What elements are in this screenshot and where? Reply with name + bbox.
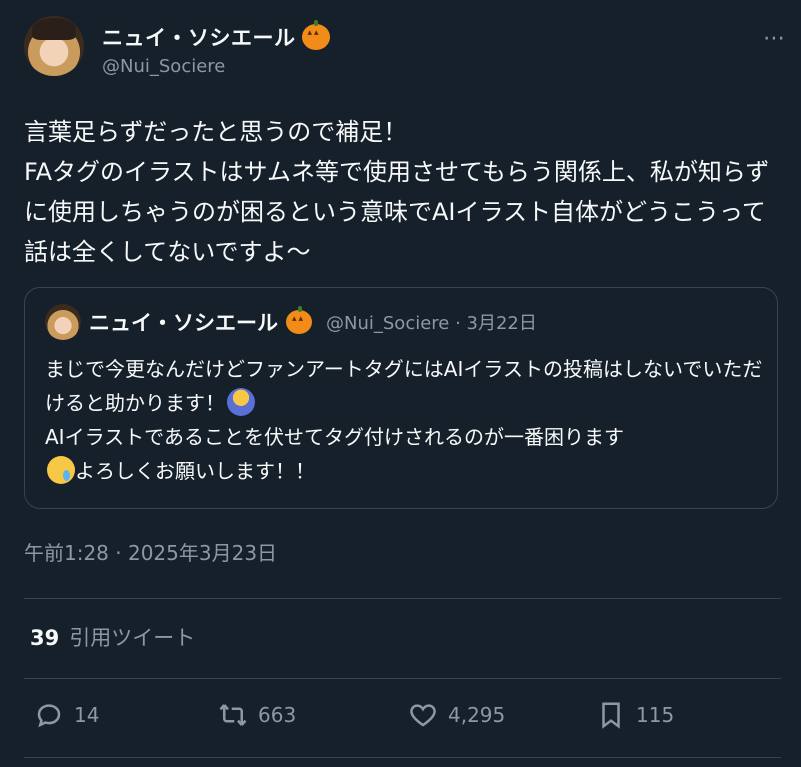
retweet-count: 663 <box>258 703 297 727</box>
quoted-tweet-header: ニュイ・ソシエール @Nui_Sociere · 3月22日 <box>45 304 537 340</box>
like-count: 4,295 <box>448 703 506 727</box>
more-options-icon[interactable]: ⋯ <box>763 26 785 51</box>
divider <box>24 678 781 679</box>
quoted-line-1: まじで今更なんだけどファンアートタグにはAIイラストの投稿はしないでいただけると… <box>45 357 763 415</box>
tweet-text: 言葉足らずだったと思うので補足！ FAタグのイラストはサムネ等で使用させてもらう… <box>24 118 770 266</box>
person-bowing-icon <box>227 388 255 416</box>
retweet-button[interactable]: 663 <box>218 700 296 730</box>
bookmark-button[interactable]: 115 <box>596 700 674 730</box>
heart-icon <box>410 704 436 727</box>
author-display-name[interactable]: ニュイ・ソシエール <box>102 22 296 52</box>
bookmark-icon <box>602 702 620 729</box>
divider <box>24 757 781 758</box>
like-button[interactable]: 4,295 <box>408 700 505 730</box>
quoted-avatar <box>45 304 81 340</box>
reply-button[interactable]: 14 <box>34 700 99 730</box>
reply-count: 14 <box>74 703 100 727</box>
quote-label: 引用ツイート <box>69 626 196 650</box>
author-name-row[interactable]: ニュイ・ソシエール <box>102 20 330 52</box>
divider <box>24 598 781 599</box>
quoted-line-3: よろしくお願いします！！ <box>75 459 315 483</box>
author-handle[interactable]: @Nui_Sociere <box>102 56 225 77</box>
quoted-line-2: AIイラストであることを伏せてタグ付けされるのが一番困ります <box>45 425 624 449</box>
action-bar: 14 663 4,295 115 <box>30 700 770 736</box>
tweet-header: ニュイ・ソシエール @Nui_Sociere ⋯ <box>24 16 785 86</box>
reply-icon <box>37 704 61 728</box>
tweet-timestamp[interactable]: 午前1:28 · 2025年3月23日 <box>24 537 277 566</box>
bookmark-count: 115 <box>636 703 675 727</box>
quoted-display-name: ニュイ・ソシエール <box>89 311 278 335</box>
pumpkin-icon <box>301 20 330 50</box>
quoted-tweet-text: まじで今更なんだけどファンアートタグにはAIイラストの投稿はしないでいただけると… <box>45 352 765 488</box>
avatar[interactable] <box>24 16 84 76</box>
face-holding-back-tears-icon <box>47 456 75 484</box>
pumpkin-icon <box>286 306 312 334</box>
quote-tweets-link[interactable]: 39 引用ツイート <box>30 622 195 652</box>
retweet-icon <box>219 704 247 726</box>
quoted-meta: @Nui_Sociere · 3月22日 <box>326 313 537 334</box>
quoted-tweet-card[interactable]: ニュイ・ソシエール @Nui_Sociere · 3月22日 まじで今更なんだけ… <box>24 287 778 509</box>
quote-count: 39 <box>30 626 60 650</box>
